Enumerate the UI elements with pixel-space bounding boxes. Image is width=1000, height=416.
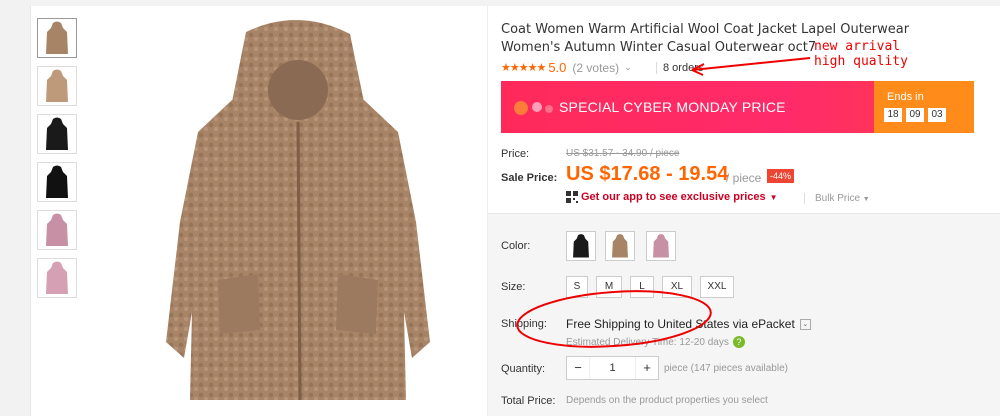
bulk-price-label: Bulk Price [815, 193, 861, 204]
promo-banner: SPECIAL CYBER MONDAY PRICE Ends in 18 09… [501, 81, 974, 133]
votes-link[interactable]: (2 votes) [572, 61, 619, 75]
delivery-estimate-text: Estimated Delivery Time: 12-20 days [566, 336, 729, 348]
annotation-text: new arrival high quality [814, 39, 908, 69]
delivery-estimate: Estimated Delivery Time: 12-20 days ? [566, 336, 745, 348]
coat-illustration [166, 19, 430, 401]
app-promo[interactable]: Get our app to see exclusive prices ▼ [566, 191, 778, 203]
rating-score: 5.0 [548, 60, 567, 75]
original-price: US $31.57 - 34.90 / piece [566, 148, 680, 159]
orders-count: 8 orders [656, 62, 703, 74]
color-swatch-pink[interactable] [646, 231, 676, 261]
thumbnail-list [37, 18, 77, 306]
sale-price: US $17.68 - 19.54 [566, 163, 729, 185]
thumbnail-black-front[interactable] [37, 114, 77, 154]
thumbnail-tan-front[interactable] [37, 18, 77, 58]
product-info: Coat Women Warm Artificial Wool Coat Jac… [487, 6, 1000, 416]
promo-banner-text: SPECIAL CYBER MONDAY PRICE [559, 99, 786, 115]
rating-row: ★★★★★ 5.0 (2 votes) ⌄ [501, 60, 632, 75]
sale-price-label: Sale Price: [501, 172, 558, 184]
options-panel: Color: Size: S M L XL XXL Shipping: Free… [488, 213, 1000, 416]
size-option-xl[interactable]: XL [662, 276, 692, 298]
countdown-label: Ends in [887, 91, 924, 103]
countdown-timer: Ends in 18 09 03 [874, 81, 974, 133]
star-rating-icon: ★★★★★ [501, 62, 546, 74]
shipping-method[interactable]: Free Shipping to United States via ePack… [566, 317, 811, 331]
color-label: Color: [501, 240, 531, 252]
price-unit: / piece [726, 171, 762, 185]
plus-button[interactable]: + [636, 357, 658, 379]
color-swatch-tan[interactable] [605, 231, 635, 261]
chevron-down-icon[interactable]: ⌄ [624, 62, 632, 73]
bulk-price-link[interactable]: Bulk Price ▼ [804, 193, 870, 204]
discount-badge: -44% [767, 169, 795, 183]
color-swatch-black[interactable] [566, 231, 596, 261]
annotation-line-1: new arrival [814, 39, 901, 54]
shipping-label: Shipping: [501, 318, 547, 330]
shipping-method-text: Free Shipping to United States via ePack… [566, 317, 795, 331]
thumbnail-pink-front[interactable] [37, 210, 77, 250]
caret-down-icon: ▼ [769, 192, 778, 202]
app-promo-text[interactable]: Get our app to see exclusive prices [581, 191, 766, 203]
size-option-m[interactable]: M [596, 276, 622, 298]
price-label: Price: [501, 148, 530, 160]
main-product-image[interactable] [128, 12, 466, 410]
total-price-note: Depends on the product properties you se… [566, 395, 768, 406]
countdown-seconds: 03 [928, 108, 946, 122]
total-price-label: Total Price: [501, 395, 556, 407]
qr-code-icon [566, 191, 578, 203]
size-label: Size: [501, 281, 526, 293]
thumbnail-black-side[interactable] [37, 162, 77, 202]
countdown-minutes: 09 [906, 108, 924, 122]
size-option-l[interactable]: L [630, 276, 654, 298]
thumbnail-pink-side[interactable] [37, 258, 77, 298]
thumbnail-tan-side[interactable] [37, 66, 77, 106]
annotation-line-2: high quality [814, 54, 908, 69]
quantity-label: Quantity: [501, 363, 546, 375]
availability-text: piece (147 pieces available) [664, 363, 788, 374]
size-option-s[interactable]: S [566, 276, 588, 298]
minus-button[interactable]: − [567, 357, 589, 379]
caret-down-icon: ▼ [862, 196, 870, 203]
quantity-input[interactable]: 1 [589, 357, 636, 379]
quantity-stepper: − 1 + [566, 356, 659, 380]
balloon-icon [514, 101, 553, 115]
size-option-xxl[interactable]: XXL [700, 276, 734, 298]
chevron-down-icon[interactable]: ⌄ [799, 318, 811, 330]
help-icon[interactable]: ? [732, 336, 745, 348]
countdown-hours: 18 [884, 108, 902, 122]
